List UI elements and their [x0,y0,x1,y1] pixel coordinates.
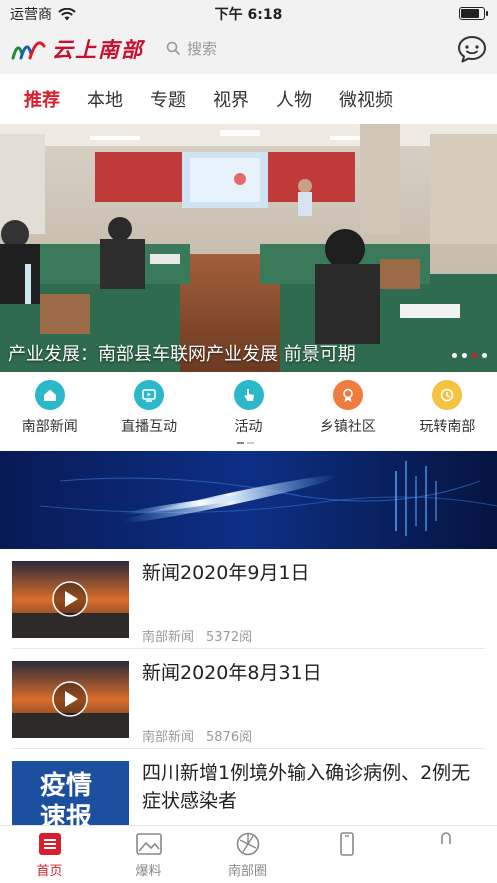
promo-banner-image [0,451,497,549]
nav-circle[interactable]: 南部圈 [198,826,297,883]
quick-nav-live[interactable]: 直播互动 [99,372,198,450]
news-title: 四川新增1例境外输入确诊病例、2例无症状感染者 [142,762,471,812]
search-icon [166,41,181,56]
person-icon [440,832,451,844]
video-thumbnail [12,561,129,638]
battery-level [461,9,479,18]
chat-bubble-icon[interactable] [457,34,487,64]
tab-people[interactable]: 人物 [276,86,312,112]
nav-profile[interactable] [396,826,495,883]
quick-nav-label: 南部新闻 [21,419,78,435]
promo-banner[interactable] [0,451,497,549]
news-title: 新闻2020年9月1日 [142,562,310,584]
news-meta: 南部新闻 5372阅 [142,626,252,645]
banner-caption: 产业发展：南部县车联网产业发展 前景可期 [8,344,356,365]
tab-micro-video[interactable]: 微视频 [339,86,393,112]
tab-local[interactable]: 本地 [87,86,123,112]
quick-nav-explore[interactable]: 玩转南部 [398,372,497,450]
banner-image [0,124,497,372]
nav-label: 南部圈 [227,864,267,879]
status-time: 下午 6:18 [214,7,283,23]
news-meta: 南部新闻 5876阅 [142,726,252,745]
news-list: 新闻2020年9月1日 南部新闻 5372阅 新闻2020年8月31日 南部新闻… [0,549,497,849]
tab-topics[interactable]: 专题 [150,86,186,112]
news-reads: 5372阅 [206,630,253,645]
quick-nav-community[interactable]: 乡镇社区 [298,372,397,450]
image-icon [135,833,162,855]
list-item[interactable]: 新闻2020年9月1日 南部新闻 5372阅 [12,549,485,649]
tab-vision[interactable]: 视界 [213,86,249,112]
clock-icon [432,380,463,410]
app-logo: 云上南部 [10,34,144,64]
home-list-icon [38,833,61,855]
status-bar: 运营商 下午 6:18 [0,0,497,26]
banner-carousel[interactable]: 产业发展：南部县车联网产业发展 前景可期 [0,124,497,372]
carousel-dot[interactable] [462,353,467,358]
carousel-dot[interactable] [472,353,477,358]
phone-icon [339,832,354,856]
nav-label: 爆料 [135,864,162,879]
quick-nav-news[interactable]: 南部新闻 [0,372,99,450]
news-source: 南部新闻 [142,630,195,645]
medal-icon [332,380,363,410]
hand-pointer-icon [233,380,264,410]
news-source: 南部新闻 [142,730,195,745]
battery-icon [459,7,488,20]
nav-label: 首页 [36,864,63,879]
bottom-nav: 首页 爆料 南部圈 [0,825,497,883]
nav-home[interactable]: 首页 [0,826,99,883]
carousel-dot[interactable] [452,353,457,358]
search-box[interactable]: 搜索 [166,38,217,59]
news-title: 新闻2020年8月31日 [142,662,322,684]
nav-tipoff[interactable]: 爆料 [99,826,198,883]
quick-nav: 南部新闻 直播互动 活动 乡镇社区 玩转南部 [0,372,497,450]
carousel-dot[interactable] [482,353,487,358]
quick-nav-activity[interactable]: 活动 [199,372,298,450]
search-placeholder: 搜索 [187,40,218,58]
tab-recommend[interactable]: 推荐 [24,86,60,112]
live-tv-icon [134,380,165,410]
nav-phone[interactable] [297,826,396,883]
news-reads: 5876阅 [206,730,253,745]
logo-mark-icon [11,41,46,60]
circle-icon [236,832,259,856]
logo-text: 云上南部 [52,37,144,62]
app-header: 云上南部 搜索 [0,26,497,74]
video-thumbnail [12,661,129,738]
carousel-indicator [452,353,487,358]
quick-nav-pager [237,442,254,444]
list-item[interactable]: 新闻2020年8月31日 南部新闻 5876阅 [12,649,485,749]
category-tabs: 推荐 本地 专题 视界 人物 微视频 [0,74,497,124]
quick-nav-label: 玩转南部 [419,419,476,435]
quick-nav-label: 直播互动 [121,419,178,435]
quick-nav-label: 乡镇社区 [319,419,376,435]
quick-nav-label: 活动 [234,419,263,435]
home-icon [34,380,65,410]
